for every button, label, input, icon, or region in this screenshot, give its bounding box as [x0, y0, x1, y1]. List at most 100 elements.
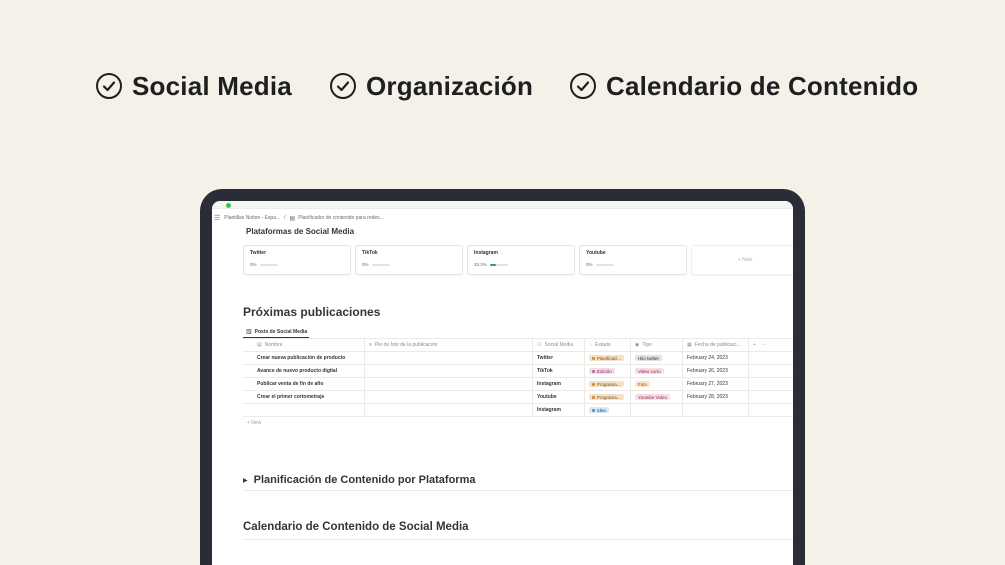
- new-platform-button[interactable]: + New: [691, 245, 793, 275]
- calendar-icon: ▦: [687, 342, 692, 348]
- platform-progress: 0%: [586, 262, 680, 267]
- platform-cards: Twitter 0% TikTok 0% Instagram 33.3% You…: [243, 245, 793, 275]
- row-social[interactable]: Instagram: [533, 404, 585, 416]
- progress-bar: [259, 263, 278, 266]
- row-name[interactable]: Crear nueva publicación de producto: [243, 352, 365, 364]
- row-status[interactable]: Programa...: [585, 391, 631, 403]
- page-content: Plataformas de Social Media Twitter 0% T…: [243, 223, 793, 540]
- progress-label: 0%: [362, 262, 369, 267]
- status-dot-icon: [592, 356, 595, 360]
- row-caption[interactable]: [365, 378, 533, 390]
- progress-label: 0%: [586, 262, 593, 267]
- check-circle-icon: [570, 73, 596, 99]
- feature-social-media: Social Media: [96, 66, 292, 106]
- row-date[interactable]: February 28, 2023: [683, 391, 749, 403]
- row-status[interactable]: Planificaci...: [585, 352, 631, 364]
- row-name[interactable]: Avance de nuevo producto digital: [243, 365, 365, 377]
- planning-toggle[interactable]: ▶ Planificación de Contenido por Platafo…: [243, 474, 793, 491]
- window-dot-icon: [226, 203, 231, 208]
- table-row[interactable]: Instagram Idea: [243, 404, 793, 417]
- row-date[interactable]: [683, 404, 749, 416]
- row-caption[interactable]: [365, 352, 533, 364]
- new-row-button[interactable]: + New: [243, 417, 793, 429]
- row-type[interactable]: [631, 404, 683, 416]
- table-row[interactable]: Publicar venta de fin de año Instagram P…: [243, 378, 793, 391]
- view-tab-label: Posts de Social Media: [254, 328, 308, 335]
- row-social[interactable]: Twitter: [533, 352, 585, 364]
- row-social[interactable]: Youtube: [533, 391, 585, 403]
- column-header-status[interactable]: ◌ Estado: [585, 339, 631, 351]
- chart-bar-icon: ▥: [246, 329, 252, 335]
- feature-calendario: Calendario de Contenido: [570, 66, 918, 106]
- feature-label: Calendario de Contenido: [606, 70, 919, 101]
- row-date[interactable]: February 26, 2023: [683, 365, 749, 377]
- row-status[interactable]: Programa...: [585, 378, 631, 390]
- row-name[interactable]: Publicar venta de fin de año: [243, 378, 365, 390]
- row-caption[interactable]: [365, 391, 533, 403]
- row-status[interactable]: Idea: [585, 404, 631, 416]
- status-tag: Edición: [589, 368, 615, 374]
- type-tag: Video corto: [635, 368, 664, 374]
- feature-label: Social Media: [132, 70, 292, 101]
- view-tab-posts[interactable]: ▥ Posts de Social Media: [243, 328, 310, 338]
- row-type[interactable]: Hilo twitter: [631, 352, 683, 364]
- calendar-heading: Calendario de Contenido de Social Media: [243, 521, 793, 540]
- row-status[interactable]: Edición: [585, 365, 631, 377]
- platform-card-tiktok[interactable]: TikTok 0%: [355, 245, 463, 275]
- column-header-social[interactable]: ⚇ Social Media: [533, 339, 585, 351]
- status-dot-icon: [592, 395, 595, 399]
- tablet-frame: ☰ Plantillas Notion - Espa... / ▤ Planif…: [200, 189, 805, 565]
- window-topbar: [212, 201, 793, 209]
- row-name[interactable]: [243, 404, 365, 416]
- column-header-type[interactable]: ◉ Tipo: [631, 339, 683, 351]
- status-tag: Programa...: [589, 381, 624, 387]
- triangle-right-icon[interactable]: ▶: [243, 477, 248, 484]
- row-social[interactable]: Instagram: [533, 378, 585, 390]
- row-date[interactable]: February 27, 2023: [683, 378, 749, 390]
- row-type[interactable]: Youtube Video: [631, 391, 683, 403]
- status-tag: Idea: [589, 407, 609, 413]
- breadcrumb-item-workspace[interactable]: Plantillas Notion - Espa...: [224, 215, 280, 221]
- row-date[interactable]: February 24, 2023: [683, 352, 749, 364]
- type-tag: Foto: [635, 381, 651, 387]
- progress-fill: [489, 263, 496, 266]
- row-caption[interactable]: [365, 404, 533, 416]
- platform-progress: 33.3%: [474, 262, 568, 267]
- people-icon: ⚇: [537, 342, 542, 348]
- column-header-name[interactable]: ▤ Nombre: [243, 339, 365, 351]
- progress-label: 0%: [250, 262, 257, 267]
- plus-icon[interactable]: +: [753, 342, 756, 348]
- platform-card-twitter[interactable]: Twitter 0%: [243, 245, 351, 275]
- table-row[interactable]: Avance de nuevo producto digital TikTok …: [243, 365, 793, 378]
- feature-label: Organización: [366, 70, 534, 101]
- row-type[interactable]: Foto: [631, 378, 683, 390]
- menu-icon[interactable]: ☰: [214, 214, 220, 222]
- type-tag: Hilo twitter: [635, 355, 663, 361]
- column-header-date[interactable]: ▦ Fecha de publicaci...: [683, 339, 749, 351]
- row-filler: [749, 404, 789, 416]
- row-type[interactable]: Video corto: [631, 365, 683, 377]
- row-social[interactable]: TikTok: [533, 365, 585, 377]
- more-icon[interactable]: ···: [762, 342, 767, 348]
- progress-bar: [489, 263, 508, 266]
- platform-name: Instagram: [474, 250, 498, 256]
- platform-name: Twitter: [250, 250, 267, 256]
- breadcrumb-item-page[interactable]: Planificador de contenido para redes...: [298, 215, 384, 221]
- progress-bar: [371, 263, 390, 266]
- status-dot-icon: [592, 408, 595, 412]
- check-circle-icon: [330, 73, 356, 99]
- row-caption[interactable]: [365, 365, 533, 377]
- notion-screen: ☰ Plantillas Notion - Espa... / ▤ Planif…: [212, 201, 793, 565]
- add-column-controls: + ···: [749, 339, 789, 351]
- platform-card-youtube[interactable]: Youtube 0%: [579, 245, 687, 275]
- column-header-caption[interactable]: ≡ Pie de foto de la publicación: [365, 339, 533, 351]
- feature-list: Social Media Organización Calendario de …: [0, 66, 1005, 106]
- table-row[interactable]: Crear nueva publicación de producto Twit…: [243, 352, 793, 365]
- breadcrumb-separator: /: [284, 215, 286, 221]
- platform-card-instagram[interactable]: Instagram 33.3%: [467, 245, 575, 275]
- table-row[interactable]: Crear el primer cortometraje Youtube Pro…: [243, 391, 793, 404]
- select-icon: ◉: [635, 342, 640, 348]
- progress-label: 33.3%: [474, 262, 487, 267]
- posts-table: ▤ Nombre ≡ Pie de foto de la publicación ⚇…: [243, 338, 793, 429]
- row-name[interactable]: Crear el primer cortometraje: [243, 391, 365, 403]
